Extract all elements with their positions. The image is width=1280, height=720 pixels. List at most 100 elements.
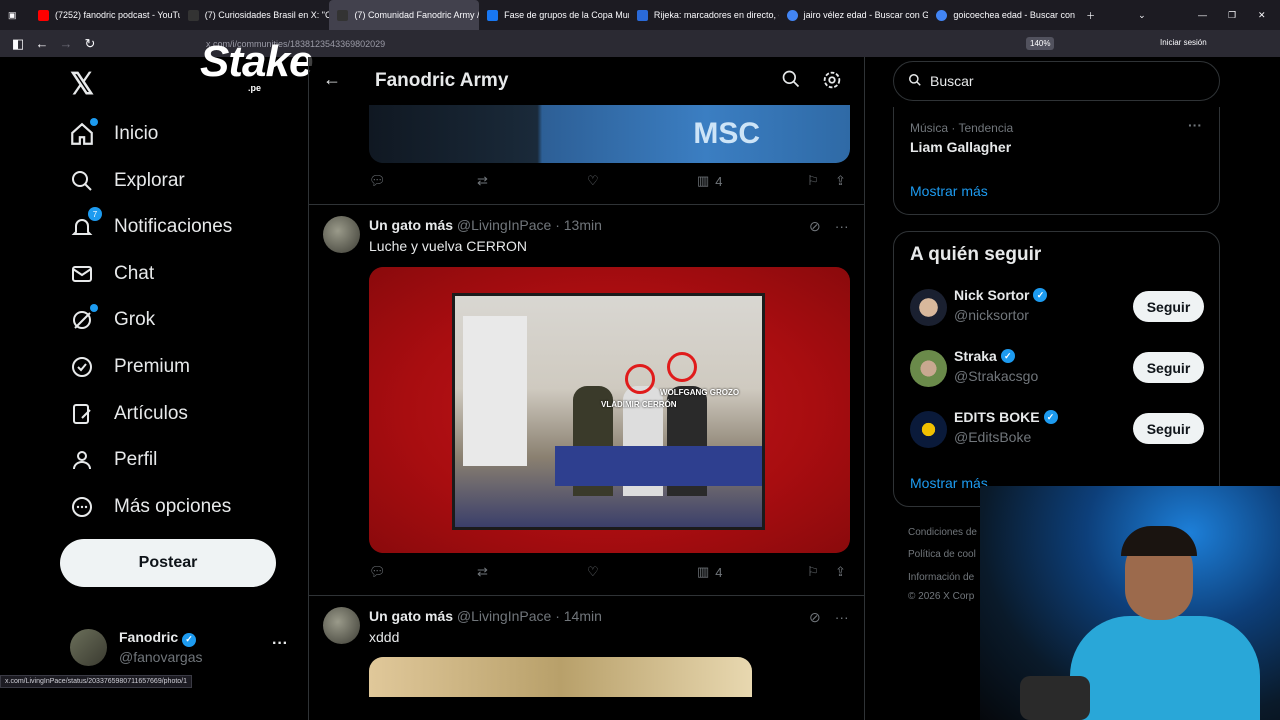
highlight-circle — [625, 364, 655, 394]
like-icon[interactable]: ♡ — [587, 564, 599, 580]
person-hair — [1121, 526, 1197, 556]
sidebar-item-grok[interactable]: Grok — [68, 300, 155, 340]
trend-category: Música · Tendencia — [910, 121, 1014, 135]
avatar — [910, 411, 947, 448]
footer-link[interactable]: Condiciones de — [908, 527, 977, 538]
share-icon[interactable]: ⇪ — [835, 173, 846, 189]
premium-icon — [68, 353, 96, 381]
sidebar-toggle-icon[interactable]: ◧ — [6, 36, 30, 52]
browser-tab[interactable]: Rijeka: marcadores en directo, c✕ — [629, 0, 779, 30]
tweet-media-image[interactable]: MSC — [369, 105, 850, 163]
bookmark-icon[interactable]: ⚐ — [807, 564, 819, 580]
back-icon[interactable]: ← — [30, 36, 54, 51]
search-icon[interactable] — [781, 69, 801, 94]
tweet-author-name[interactable]: Un gato más — [369, 217, 453, 233]
follow-button[interactable]: Seguir — [1133, 291, 1204, 322]
like-icon[interactable]: ♡ — [587, 173, 599, 189]
follow-suggestion[interactable]: Nick Sortor ✓ @nicksortor Seguir — [910, 287, 1206, 331]
browser-tab[interactable]: (7252) fanodric podcast - YouTu✕ — [30, 0, 180, 30]
more-icon[interactable]: ··· — [1188, 117, 1202, 133]
avatar — [910, 289, 947, 326]
sidebar-item-articulos[interactable]: Artículos — [68, 394, 188, 434]
divider — [309, 595, 864, 596]
show-more-link[interactable]: Mostrar más — [910, 475, 988, 491]
more-icon[interactable]: ··· — [835, 218, 849, 235]
views-button[interactable]: ▥ 4 — [697, 564, 723, 580]
bookmark-icon[interactable]: ⚐ — [807, 173, 819, 189]
reload-icon[interactable]: ↻ — [78, 36, 102, 52]
browser-tab-active[interactable]: (7) Comunidad Fanodric Army /✕ — [329, 0, 480, 30]
avatar — [910, 350, 947, 387]
tweet-author-handle[interactable]: @LivingInPace — [457, 217, 551, 233]
microphone — [1020, 676, 1090, 720]
tweet-author-name[interactable]: Un gato más — [369, 608, 453, 624]
x-logo-icon[interactable]: 𝕏 — [70, 67, 94, 102]
avatar[interactable] — [323, 216, 360, 253]
window-close-icon[interactable]: ✕ — [1250, 0, 1280, 30]
forward-icon[interactable]: → — [54, 36, 78, 51]
browser-tab[interactable]: jairo vélez edad - Buscar con G✕ — [779, 0, 928, 30]
tab-list-icon[interactable]: ▣ — [0, 0, 30, 30]
image-caption: WOLFGANG GROZO — [660, 388, 740, 397]
person-icon — [68, 446, 96, 474]
suggestion-name-row: Nick Sortor ✓ — [954, 287, 1048, 303]
trend-name[interactable]: Liam Gallagher — [910, 139, 1011, 155]
browser-tab[interactable]: Fase de grupos de la Copa Mun✕ — [479, 0, 629, 30]
follow-suggestion[interactable]: EDITS BOKE ✓ @EditsBoke Seguir — [910, 409, 1206, 453]
browser-tab-bar: ▣ (7252) fanodric podcast - YouTu✕ (7) C… — [0, 0, 1280, 30]
bell-icon: 7 — [68, 207, 102, 241]
sidebar-item-mas-opciones[interactable]: Más opciones — [68, 487, 231, 527]
gear-icon[interactable] — [821, 69, 843, 96]
minimize-icon[interactable]: — — [1190, 0, 1220, 30]
sidebar-item-premium[interactable]: Premium — [68, 347, 190, 387]
account-switcher[interactable]: Fanodric ✓ @fanovargas ··· — [70, 627, 300, 667]
search-input[interactable]: Buscar — [893, 61, 1220, 101]
sidebar-item-perfil[interactable]: Perfil — [68, 440, 157, 480]
new-tab-button[interactable]: ＋ — [1078, 0, 1108, 30]
back-arrow-icon[interactable]: ← — [323, 69, 341, 90]
tweet-media-image[interactable] — [369, 657, 752, 697]
tweet-time[interactable]: 14min — [564, 608, 602, 624]
footer-link[interactable]: Información de — [908, 572, 974, 583]
maximize-icon[interactable]: ❐ — [1220, 0, 1250, 30]
image-caption: VLADIMIR CERRÓN — [601, 400, 677, 409]
more-icon[interactable]: ··· — [272, 635, 288, 653]
more-icon[interactable]: ··· — [835, 609, 849, 626]
show-more-link[interactable]: Mostrar más — [910, 183, 988, 199]
sidebar-item-chat[interactable]: Chat — [68, 254, 154, 294]
browser-tab[interactable]: goicoechea edad - Buscar con G✕ — [928, 0, 1078, 30]
footer-link[interactable]: Política de cool — [908, 549, 976, 560]
share-icon[interactable]: ⇪ — [835, 564, 846, 580]
sidebar-item-label: Chat — [114, 263, 155, 284]
views-button[interactable]: ▥ 4 — [697, 173, 723, 189]
tweet-media-image[interactable]: VLADIMIR CERRÓN WOLFGANG GROZO — [369, 267, 850, 553]
zoom-level[interactable]: 140% — [1026, 37, 1055, 50]
sidebar-item-inicio[interactable]: Inicio — [68, 114, 158, 154]
image-text: MSC — [693, 117, 760, 150]
verified-icon: ✓ — [1043, 410, 1058, 424]
sign-in-button[interactable]: Iniciar sesión — [1160, 38, 1207, 47]
follow-button[interactable]: Seguir — [1133, 352, 1204, 383]
follow-button[interactable]: Seguir — [1133, 413, 1204, 444]
tweet-time[interactable]: 13min — [564, 217, 602, 233]
tweet-text: Luche y vuelva CERRON — [369, 238, 527, 254]
sidebar-item-explorar[interactable]: Explorar — [68, 161, 185, 201]
browser-tab[interactable]: (7) Curiosidades Brasil en X: "Cc✕ — [180, 0, 329, 30]
tweet-author-handle[interactable]: @LivingInPace — [457, 608, 551, 624]
f-icon — [487, 9, 499, 21]
repost-icon[interactable]: ⇄ — [477, 173, 488, 189]
url-bar[interactable]: x.com/i/communities/1838123543369802029 — [178, 33, 1078, 54]
main-column: ← Fanodric Army MSC 💬︎ ⇄ ♡ ▥ 4 ⚐ ⇪ Un gat… — [308, 57, 865, 720]
sidebar-item-label: Notificaciones — [114, 216, 233, 237]
reply-icon[interactable]: 💬︎ — [369, 173, 386, 189]
youtube-icon — [37, 9, 49, 21]
post-button[interactable]: Postear — [60, 539, 276, 587]
avatar[interactable] — [323, 607, 360, 644]
chevron-down-icon[interactable]: ⌄ — [1130, 0, 1170, 30]
follow-suggestion[interactable]: Straka ✓ @Strakacsgo Seguir — [910, 348, 1206, 392]
repost-icon[interactable]: ⇄ — [477, 564, 488, 580]
grok-icon[interactable]: ⊘ — [809, 609, 821, 626]
sidebar-item-notificaciones[interactable]: 7 Notificaciones — [68, 207, 232, 247]
reply-icon[interactable]: 💬︎ — [369, 564, 386, 580]
grok-icon[interactable]: ⊘ — [809, 218, 821, 235]
